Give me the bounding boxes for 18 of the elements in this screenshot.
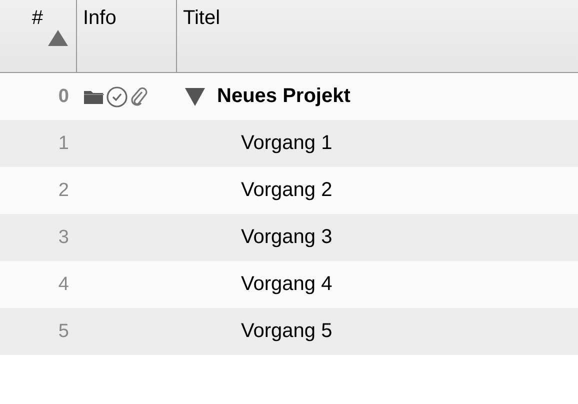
row-title: Vorgang 5 — [241, 320, 332, 343]
row-number: 4 — [58, 274, 69, 294]
row-title: Vorgang 2 — [241, 179, 332, 202]
row-title: Vorgang 4 — [241, 273, 332, 296]
column-header[interactable]: Titel — [177, 0, 578, 72]
column-header[interactable]: Info — [77, 0, 177, 72]
row-title: Vorgang 3 — [241, 226, 332, 249]
row-title: Neues Projekt — [217, 85, 350, 108]
paperclip-icon — [129, 86, 149, 108]
row-number: 5 — [58, 320, 69, 342]
row-number: 1 — [58, 132, 69, 154]
clock-check-icon — [106, 86, 128, 108]
disclosure-triangle-icon[interactable] — [185, 88, 205, 106]
row-number: 2 — [58, 180, 69, 200]
row-number: 3 — [58, 226, 69, 248]
column-header[interactable]: # — [0, 0, 77, 72]
row-title: Vorgang 1 — [241, 132, 332, 155]
row-number: 0 — [58, 86, 69, 106]
